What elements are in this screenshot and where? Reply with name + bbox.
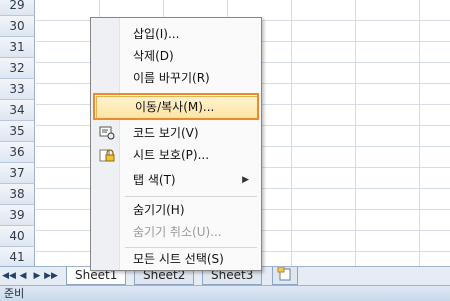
highlight-box bbox=[93, 93, 259, 120]
row-header[interactable]: 31 bbox=[0, 37, 35, 58]
menu-item-hide[interactable]: 숨기기(H) bbox=[91, 199, 261, 221]
menu-item-protect-sheet[interactable]: 시트 보호(P)... bbox=[91, 144, 261, 166]
menu-separator bbox=[125, 196, 257, 197]
menu-item-delete[interactable]: 삭제(D) bbox=[91, 45, 261, 67]
next-sheet-button[interactable]: ▶ bbox=[30, 268, 44, 284]
menu-item-label: 숨기기 취소(U)... bbox=[133, 225, 222, 239]
submenu-arrow-icon: ▶ bbox=[242, 175, 249, 185]
row-header[interactable]: 30 bbox=[0, 16, 35, 37]
lock-icon bbox=[99, 148, 115, 162]
sheet-nav-buttons: ◀◀ ◀ ▶ ▶▶ bbox=[2, 268, 58, 284]
menu-item-tab-color[interactable]: 탭 색(T) ▶ bbox=[91, 169, 261, 191]
menu-item-label: 삽입(I)... bbox=[133, 27, 180, 41]
menu-item-rename[interactable]: 이름 바꾸기(R) bbox=[91, 67, 261, 89]
status-bar: 준비 bbox=[0, 285, 450, 301]
menu-item-insert[interactable]: 삽입(I)... bbox=[91, 23, 261, 45]
menu-item-label: 코드 보기(V) bbox=[133, 126, 199, 140]
row-headers: 29 30 31 32 33 34 35 36 37 38 39 40 41 bbox=[0, 0, 36, 268]
row-header[interactable]: 37 bbox=[0, 163, 35, 184]
insert-sheet-button[interactable] bbox=[272, 266, 298, 286]
row-header[interactable]: 34 bbox=[0, 100, 35, 121]
row-header[interactable]: 40 bbox=[0, 226, 35, 247]
new-sheet-icon bbox=[277, 266, 293, 286]
menu-item-label: 시트 보호(P)... bbox=[133, 148, 210, 162]
menu-item-label: 이름 바꾸기(R) bbox=[133, 71, 210, 85]
menu-item-view-code[interactable]: 코드 보기(V) bbox=[91, 122, 261, 144]
last-sheet-button[interactable]: ▶▶ bbox=[44, 268, 58, 284]
menu-item-label: 삭제(D) bbox=[133, 49, 174, 63]
code-view-icon bbox=[99, 126, 115, 140]
row-header[interactable]: 41 bbox=[0, 247, 35, 268]
prev-sheet-button[interactable]: ◀ bbox=[16, 268, 30, 284]
status-text: 준비 bbox=[4, 287, 25, 300]
menu-item-label: 탭 색(T) bbox=[133, 173, 176, 187]
menu-item-unhide[interactable]: 숨기기 취소(U)... bbox=[91, 221, 261, 243]
row-header[interactable]: 36 bbox=[0, 142, 35, 163]
menu-item-label: 숨기기(H) bbox=[133, 203, 185, 217]
row-header[interactable]: 29 bbox=[0, 0, 35, 16]
first-sheet-button[interactable]: ◀◀ bbox=[2, 268, 16, 284]
context-menu: 삽입(I)... 삭제(D) 이름 바꾸기(R) 이동/복사(M)... 코드 … bbox=[90, 17, 262, 271]
row-header[interactable]: 39 bbox=[0, 205, 35, 226]
row-header[interactable]: 35 bbox=[0, 121, 35, 142]
row-header[interactable]: 32 bbox=[0, 58, 35, 79]
menu-item-select-all-sheets[interactable]: 모든 시트 선택(S) bbox=[91, 248, 261, 270]
row-header[interactable]: 38 bbox=[0, 184, 35, 205]
menu-item-label: 모든 시트 선택(S) bbox=[133, 252, 224, 266]
row-header[interactable]: 33 bbox=[0, 79, 35, 100]
